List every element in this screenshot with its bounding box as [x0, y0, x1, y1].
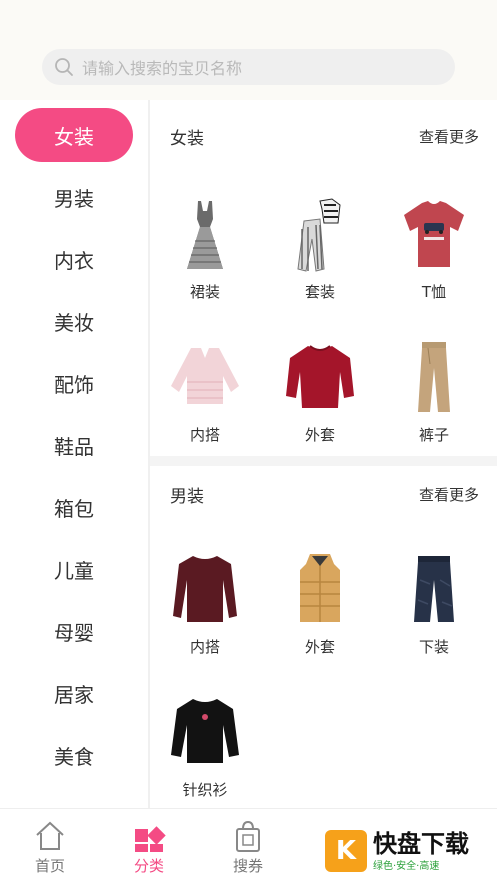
item-label: 内搭 — [189, 426, 220, 444]
watermark-logo-icon: K — [325, 830, 367, 872]
puffer-vest-icon — [300, 554, 340, 622]
see-more-link[interactable]: 查看更多 — [419, 484, 479, 505]
site-watermark: K 快盘下载 绿色·安全·高速 — [325, 826, 495, 876]
category-item-dress[interactable]: 裙装 — [155, 195, 255, 315]
watermark-text: 快盘下载 绿色·安全·高速 — [373, 831, 469, 872]
knit-top-icon — [171, 348, 239, 404]
category-item-set[interactable]: 套装 — [270, 195, 370, 315]
item-label: 针织衫 — [182, 781, 228, 799]
category-content: 女装 查看更多 裙装 套装 T恤 内搭 外套 裤子 男装 查看更多 内搭 外套 … — [150, 100, 497, 808]
tab-label: 分类 — [133, 857, 164, 875]
tab-coupon[interactable]: 搜券 — [208, 819, 288, 879]
section-title: 女装 — [170, 129, 204, 149]
category-sidebar: 女装 男装 内衣 美妆 配饰 鞋品 箱包 儿童 母婴 居家 美食 — [0, 100, 148, 808]
trousers-icon — [414, 556, 454, 622]
section-header-men: 男装 查看更多 — [150, 482, 497, 512]
tab-label: 搜券 — [232, 857, 263, 875]
category-item-sweater[interactable]: 外套 — [270, 338, 370, 458]
watermark-tagline: 绿色·安全·高速 — [373, 860, 440, 872]
search-icon — [55, 58, 73, 76]
category-item-knit-top[interactable]: 内搭 — [155, 338, 255, 458]
sidebar-item-makeup[interactable]: 美妆 — [15, 294, 133, 348]
item-label: T恤 — [421, 283, 447, 301]
top-bar: 请输入搜索的宝贝名称 — [0, 0, 497, 100]
dress-icon — [187, 201, 223, 269]
coupon-bag-icon — [236, 820, 260, 852]
sidebar-item-baby[interactable]: 母婴 — [15, 604, 133, 658]
sidebar-item-men[interactable]: 男装 — [15, 170, 133, 224]
item-label: 下装 — [418, 638, 449, 656]
item-label: 外套 — [304, 426, 335, 444]
category-item-vest[interactable]: 外套 — [270, 550, 370, 670]
sidebar-item-food[interactable]: 美食 — [15, 728, 133, 782]
sweatshirt-icon — [171, 699, 239, 763]
tab-category[interactable]: 分类 — [109, 819, 189, 879]
item-label: 裤子 — [418, 426, 449, 444]
item-label: 套装 — [304, 283, 335, 301]
section-divider — [150, 456, 497, 466]
sidebar-item-shoes[interactable]: 鞋品 — [15, 418, 133, 472]
sidebar-item-bags[interactable]: 箱包 — [15, 480, 133, 534]
search-bar[interactable]: 请输入搜索的宝贝名称 — [42, 49, 455, 85]
category-item-sweatshirt[interactable]: 针织衫 — [155, 693, 255, 808]
search-input[interactable]: 请输入搜索的宝贝名称 — [82, 55, 242, 79]
section-title: 男装 — [170, 487, 204, 507]
pants-icon — [418, 342, 450, 412]
sidebar-item-accessories[interactable]: 配饰 — [15, 356, 133, 410]
tab-label: 首页 — [34, 857, 65, 875]
section-header-women: 女装 查看更多 — [150, 124, 497, 154]
tab-home[interactable]: 首页 — [10, 819, 90, 879]
see-more-link[interactable]: 查看更多 — [419, 126, 479, 147]
sidebar-item-women[interactable]: 女装 — [15, 108, 133, 162]
item-label: 裙装 — [189, 283, 220, 301]
sweater-icon — [286, 345, 354, 408]
outfit-set-icon — [297, 198, 341, 272]
watermark-brand: 快盘下载 — [373, 829, 469, 858]
sidebar-item-underwear[interactable]: 内衣 — [15, 232, 133, 286]
sidebar-item-home[interactable]: 居家 — [15, 666, 133, 720]
longsleeve-icon — [173, 556, 237, 622]
category-item-longsleeve[interactable]: 内搭 — [155, 550, 255, 670]
sidebar-item-kids[interactable]: 儿童 — [15, 542, 133, 596]
item-label: 内搭 — [189, 638, 220, 656]
home-icon — [36, 821, 64, 850]
category-item-tshirt[interactable]: T恤 — [384, 195, 484, 315]
item-label: 外套 — [304, 638, 335, 656]
tshirt-icon — [404, 201, 464, 267]
category-item-pants[interactable]: 裤子 — [384, 338, 484, 458]
category-item-trousers[interactable]: 下装 — [384, 550, 484, 670]
category-icon — [135, 826, 166, 852]
